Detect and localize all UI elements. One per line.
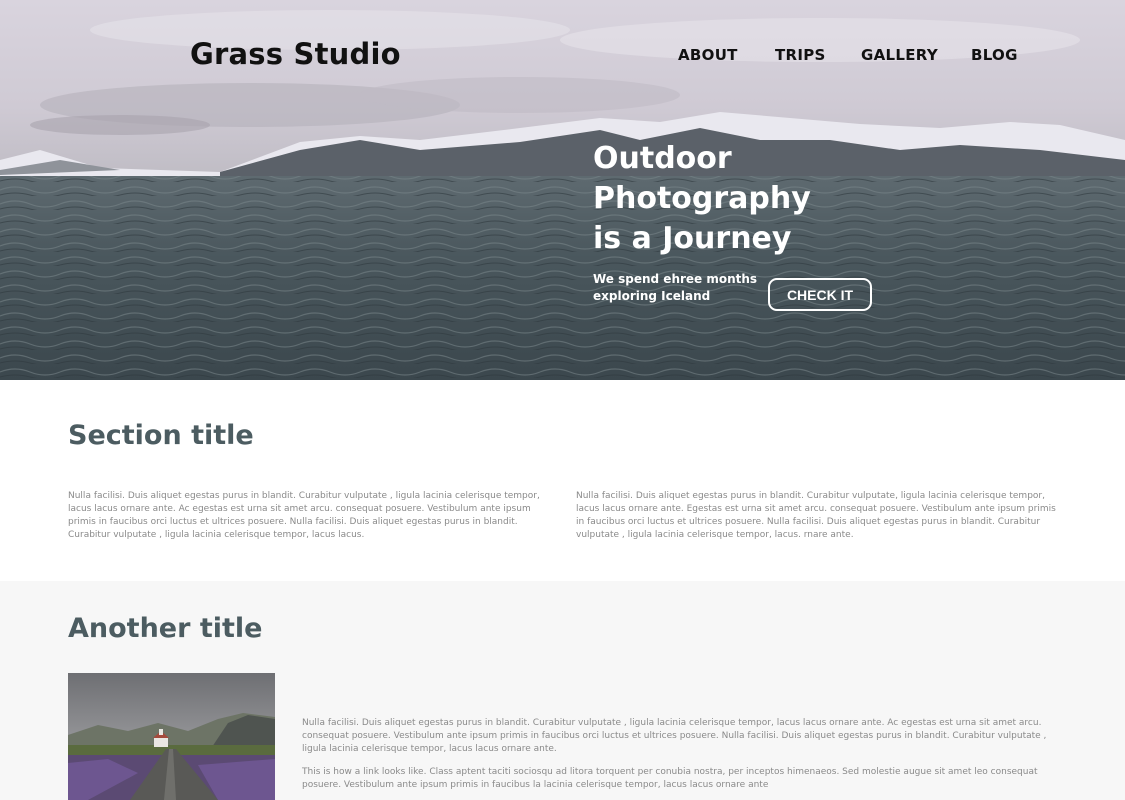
section-one: Section title Nulla facilisi. Duis aliqu… — [0, 380, 1125, 581]
nav-item-blog[interactable]: BLOG — [971, 46, 1018, 64]
hero-landscape-image — [0, 0, 1125, 380]
section-title: Another title — [68, 613, 263, 644]
section-paragraph-link-example: This is how a link looks like. Class apt… — [302, 767, 1038, 790]
hero-title-line: Photography — [593, 181, 811, 216]
hero-subtitle: We spend ehree months exploring Iceland — [593, 271, 757, 305]
brand-logo[interactable]: Grass Studio — [190, 37, 401, 71]
hero-title-line: is a Journey — [593, 221, 792, 256]
road-photo — [68, 673, 275, 800]
hero-banner: Grass Studio ABOUT TRIPS GALLERY BLOG Ou… — [0, 0, 1125, 380]
hero-title: Outdoor Photography is a Journey — [593, 139, 811, 259]
hero-subtitle-line: We spend ehree months — [593, 272, 758, 286]
section-paragraph-left: Nulla facilisi. Duis aliquet egestas pur… — [68, 491, 540, 540]
road-photo-image — [68, 673, 275, 800]
section-paragraph: Nulla facilisi. Duis aliquet egestas pur… — [302, 718, 1047, 754]
check-it-button[interactable]: CHECK IT — [768, 278, 872, 311]
nav-item-trips[interactable]: TRIPS — [775, 46, 826, 64]
section-title: Section title — [68, 420, 254, 451]
nav-item-about[interactable]: ABOUT — [678, 46, 738, 64]
hero-title-line: Outdoor — [593, 141, 732, 176]
hero-subtitle-line: exploring Iceland — [593, 289, 711, 303]
nav-item-gallery[interactable]: GALLERY — [861, 46, 938, 64]
section-two: Another title Nulla facilisi. Duis aliqu… — [0, 581, 1125, 800]
section-paragraph-right: Nulla facilisi. Duis aliquet egestas pur… — [576, 491, 1056, 540]
